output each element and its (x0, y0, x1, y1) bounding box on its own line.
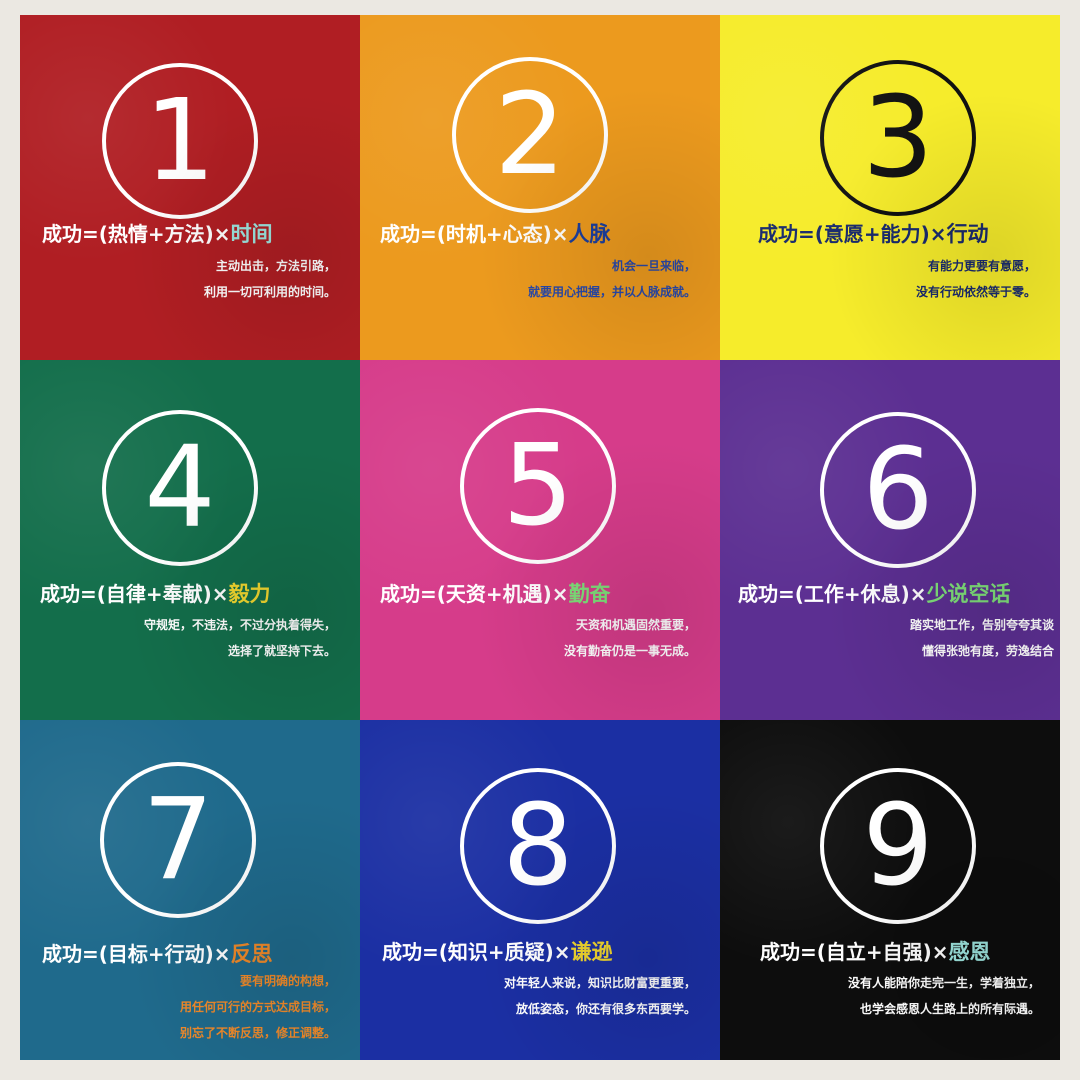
tile-number: 1 (144, 76, 216, 206)
description-line: 守规矩，不违法，不过分执着得失， (143, 618, 336, 632)
formula-keyword: 谦逊 (570, 940, 613, 964)
number-circle: 4 (102, 410, 258, 566)
tile-5: 5 成功=(天资+机遇)×勤奋 天资和机遇固然重要， 没有勤奋仍是一事无成。 (360, 360, 720, 720)
number-circle: 2 (452, 57, 608, 213)
tile-number: 5 (502, 421, 574, 551)
description-line: 有能力更要有意愿， (927, 259, 1036, 273)
description: 天资和机遇固然重要， 没有勤奋仍是一事无成。 (564, 612, 696, 664)
number-circle: 6 (820, 412, 976, 568)
description: 主动出击，方法引路， 利用一切可利用的时间。 (204, 253, 336, 305)
number-circle: 9 (820, 768, 976, 924)
formula: 成功=(知识+质疑)×谦逊 (382, 936, 613, 966)
description-line: 要有明确的构想， (239, 974, 336, 988)
description-line: 放低姿态，你还有很多东西要学。 (515, 1002, 696, 1016)
description-line: 用任何可行的方式达成目标， (179, 1000, 336, 1014)
description-line: 就要用心把握，并以人脉成就。 (527, 285, 696, 299)
tile-number: 6 (862, 425, 934, 555)
number-circle: 7 (100, 762, 256, 918)
description-line: 机会一旦来临， (611, 259, 696, 273)
description-line: 选择了就坚持下去。 (227, 644, 336, 658)
formula-prefix: 成功=(知识+质疑)× (382, 940, 571, 964)
description-line: 也学会感恩人生路上的所有际遇。 (859, 1002, 1040, 1016)
formula-keyword: 毅力 (228, 582, 271, 606)
description-line: 没有行动依然等于零。 (915, 285, 1036, 299)
tile-6: 6 成功=(工作+休息)×少说空话 踏实地工作，告别夸夸其谈 懂得张弛有度，劳逸… (720, 360, 1060, 720)
description-line: 踏实地工作，告别夸夸其谈 (909, 618, 1054, 632)
number-circle: 1 (102, 63, 258, 219)
tile-7: 7 成功=(目标+行动)×反思 要有明确的构想， 用任何可行的方式达成目标， 别… (20, 720, 360, 1060)
description: 对年轻人来说，知识比财富更重要， 放低姿态，你还有很多东西要学。 (504, 970, 696, 1022)
tile-1: 1 成功=(热情+方法)×时间 主动出击，方法引路， 利用一切可利用的时间。 (20, 15, 360, 360)
formula-keyword: 时间 (230, 222, 273, 246)
formula-prefix: 成功=(自立+自强)× (760, 940, 949, 964)
formula: 成功=(热情+方法)×时间 (42, 218, 273, 248)
description: 守规矩，不违法，不过分执着得失， 选择了就坚持下去。 (144, 612, 336, 664)
formula-keyword: 行动 (946, 222, 989, 246)
formula-keyword: 勤奋 (568, 582, 611, 606)
tile-number: 2 (494, 70, 566, 200)
formula: 成功=(自律+奉献)×毅力 (40, 578, 271, 608)
description: 机会一旦来临， 就要用心把握，并以人脉成就。 (528, 253, 696, 305)
tile-2: 2 成功=(时机+心态)×人脉 机会一旦来临， 就要用心把握，并以人脉成就。 (360, 15, 720, 360)
description-line: 懂得张弛有度，劳逸结合 (921, 644, 1054, 658)
description-line: 没有勤奋仍是一事无成。 (563, 644, 696, 658)
formula-keyword: 反思 (230, 942, 273, 966)
formula-keyword: 人脉 (568, 222, 611, 246)
formula-prefix: 成功=(目标+行动)× (42, 942, 231, 966)
success-formula-grid: 1 成功=(热情+方法)×时间 主动出击，方法引路， 利用一切可利用的时间。 2… (20, 15, 1060, 1060)
formula-prefix: 成功=(热情+方法)× (42, 222, 231, 246)
formula-prefix: 成功=(时机+心态)× (380, 222, 569, 246)
tile-number: 3 (862, 73, 934, 203)
tile-number: 7 (142, 775, 214, 905)
formula: 成功=(自立+自强)×感恩 (760, 936, 991, 966)
tile-4: 4 成功=(自律+奉献)×毅力 守规矩，不违法，不过分执着得失， 选择了就坚持下… (20, 360, 360, 720)
description: 有能力更要有意愿， 没有行动依然等于零。 (916, 253, 1036, 305)
tile-9: 9 成功=(自立+自强)×感恩 没有人能陪你走完一生，学着独立， 也学会感恩人生… (720, 720, 1060, 1060)
formula-prefix: 成功=(工作+休息)× (738, 582, 927, 606)
number-circle: 5 (460, 408, 616, 564)
formula-keyword: 少说空话 (926, 582, 1011, 606)
formula: 成功=(意愿+能力)×行动 (758, 218, 989, 248)
tile-number: 9 (862, 781, 934, 911)
description: 踏实地工作，告别夸夸其谈 懂得张弛有度，劳逸结合 (910, 612, 1054, 664)
number-circle: 3 (820, 60, 976, 216)
description-line: 对年轻人来说，知识比财富更重要， (503, 976, 696, 990)
formula-prefix: 成功=(天资+机遇)× (380, 582, 569, 606)
tile-number: 8 (502, 781, 574, 911)
formula-prefix: 成功=(自律+奉献)× (40, 582, 229, 606)
formula-keyword: 感恩 (948, 940, 991, 964)
formula: 成功=(工作+休息)×少说空话 (738, 578, 1011, 608)
formula: 成功=(目标+行动)×反思 (42, 938, 273, 968)
tile-number: 4 (144, 423, 216, 553)
description-line: 利用一切可利用的时间。 (203, 285, 336, 299)
number-circle: 8 (460, 768, 616, 924)
description-line: 天资和机遇固然重要， (575, 618, 696, 632)
description-line: 主动出击，方法引路， (215, 259, 336, 273)
tile-8: 8 成功=(知识+质疑)×谦逊 对年轻人来说，知识比财富更重要， 放低姿态，你还… (360, 720, 720, 1060)
description-line: 没有人能陪你走完一生，学着独立， (847, 976, 1040, 990)
description: 没有人能陪你走完一生，学着独立， 也学会感恩人生路上的所有际遇。 (848, 970, 1040, 1022)
formula: 成功=(时机+心态)×人脉 (380, 218, 611, 248)
description: 要有明确的构想， 用任何可行的方式达成目标， 别忘了不断反思，修正调整。 (180, 968, 336, 1046)
description-line: 别忘了不断反思，修正调整。 (179, 1026, 336, 1040)
formula: 成功=(天资+机遇)×勤奋 (380, 578, 611, 608)
tile-3: 3 成功=(意愿+能力)×行动 有能力更要有意愿， 没有行动依然等于零。 (720, 15, 1060, 360)
formula-prefix: 成功=(意愿+能力)× (758, 222, 947, 246)
